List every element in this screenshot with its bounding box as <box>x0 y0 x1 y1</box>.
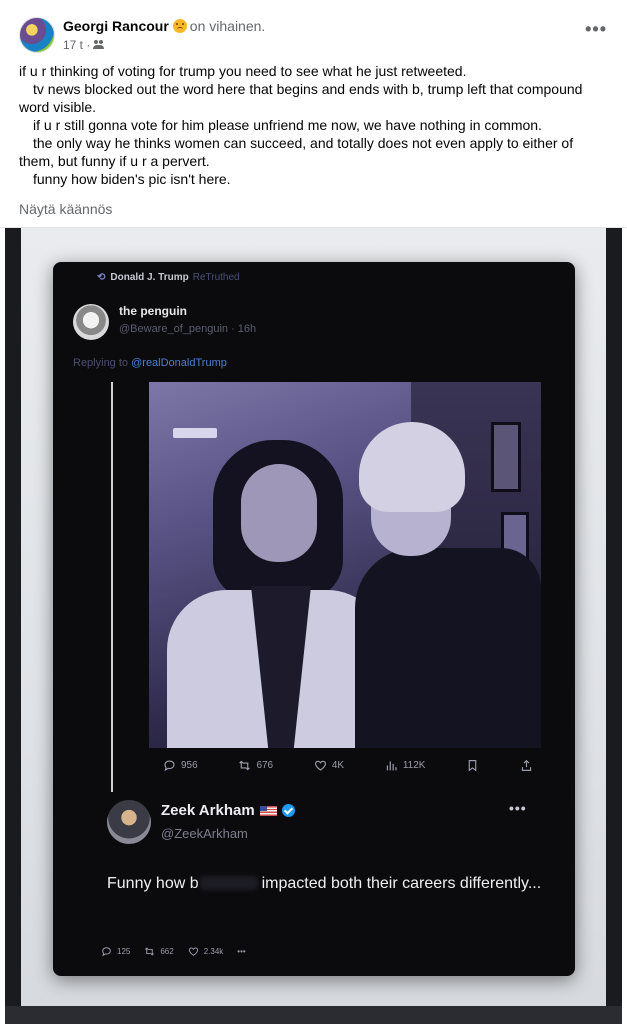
penguin-avatar <box>73 304 109 340</box>
quoted-more-icon: ••• <box>509 800 527 816</box>
post-photo[interactable]: ⟲ Donald J. Trump ReTruthed the penguin @B… <box>5 228 622 1024</box>
angry-emoji-icon <box>172 19 187 33</box>
post-author-line: Georgi Rancour on vihainen. <box>63 18 265 34</box>
friends-icon <box>93 40 105 50</box>
post-paragraph: if u r thinking of voting for trump you … <box>19 63 467 79</box>
original-author-handle: @Beware_of_penguin · 16h <box>119 323 257 335</box>
like-count: 4K <box>331 759 345 771</box>
like-icon <box>314 760 326 771</box>
retruth-icon <box>145 947 155 956</box>
flag-icon <box>259 805 277 816</box>
person-right-hair <box>359 422 465 512</box>
original-author-name: the penguin <box>119 304 187 318</box>
person-right <box>355 422 541 748</box>
quoted-post-text: Funny how b impacted both their careers d… <box>107 872 547 896</box>
tweet-actions: 956 676 4K 112K <box>163 756 533 774</box>
verified-icon <box>281 804 295 817</box>
truth-actions: 125 662 2.34k ••• <box>101 946 246 957</box>
person-left <box>167 440 387 748</box>
like-icon <box>188 947 198 956</box>
retruth-icon: ⟲ <box>97 272 106 283</box>
thread-line <box>111 382 113 792</box>
bottom-reply-action: 125 <box>101 946 130 957</box>
retweet-action: 676 <box>238 759 273 772</box>
retweet-count: 676 <box>256 759 274 771</box>
post-meta: 17 t · <box>63 38 105 52</box>
quoted-author-line: Zeek Arkham <box>161 802 295 819</box>
quoted-author-avatar <box>107 800 151 844</box>
reply-icon <box>164 759 175 771</box>
post-paragraph: tv news blocked out the word here that b… <box>19 81 583 115</box>
retruth-author: Donald J. Trump <box>110 272 189 283</box>
reply-count: 956 <box>181 759 198 771</box>
post-text: if u r thinking of voting for trump you … <box>19 62 609 188</box>
replying-to-link: @realDonaldTrump <box>131 357 227 369</box>
retweet-icon <box>239 760 251 770</box>
feeling-text: on vihainen. <box>189 18 266 34</box>
bottom-reply-count: 125 <box>117 947 131 956</box>
author-name[interactable]: Georgi Rancour <box>63 18 169 34</box>
like-action: 4K <box>314 759 344 772</box>
views-icon <box>386 760 397 770</box>
quoted-text-before: Funny how b <box>107 875 199 892</box>
post-paragraph: funny how biden's pic isn't here. <box>33 171 231 187</box>
more-options-button[interactable]: ••• <box>585 20 607 38</box>
bottom-retruth-count: 662 <box>160 947 174 956</box>
post-paragraph: if u r still gonna vote for him please u… <box>33 117 542 133</box>
blurred-word <box>199 876 258 890</box>
retruth-label: ReTruthed <box>192 272 240 283</box>
reply-icon <box>102 947 111 957</box>
post-paragraph: the only way he thinks women can succeed… <box>19 135 574 169</box>
retruth-line: ⟲ Donald J. Trump ReTruthed <box>97 272 240 283</box>
phone-screen: ⟲ Donald J. Trump ReTruthed the penguin @B… <box>53 262 575 976</box>
reply-action: 956 <box>163 759 198 772</box>
photo-tv-base <box>5 1006 622 1024</box>
replying-to: Replying to @realDonaldTrump <box>73 357 227 369</box>
share-action <box>520 759 533 772</box>
quoted-author-name: Zeek Arkham <box>161 802 255 819</box>
post-time[interactable]: 17 t · <box>63 38 90 52</box>
replying-prefix: Replying to <box>73 357 129 369</box>
person-left-face <box>241 464 317 562</box>
bookmark-action <box>466 759 479 772</box>
ceiling-light <box>173 428 217 438</box>
tweet-photo <box>149 382 541 748</box>
bottom-like-action: 2.34k <box>188 946 224 957</box>
quoted-author-handle: @ZeekArkham <box>161 826 248 841</box>
bottom-like-count: 2.34k <box>203 947 224 956</box>
see-translation-link[interactable]: Näytä käännös <box>19 201 112 217</box>
views-action: 112K <box>385 759 426 772</box>
author-avatar[interactable] <box>19 17 55 53</box>
person-right-body <box>355 548 541 748</box>
bottom-more-icon: ••• <box>237 947 246 956</box>
quoted-text-after: impacted both their careers differently.… <box>261 875 542 892</box>
view-count: 112K <box>402 759 426 771</box>
bookmark-icon <box>468 759 477 772</box>
share-icon <box>521 759 532 771</box>
facebook-post: Georgi Rancour on vihainen. 17 t · ••• if… <box>0 0 627 228</box>
bottom-retruth-action: 662 <box>144 946 174 957</box>
